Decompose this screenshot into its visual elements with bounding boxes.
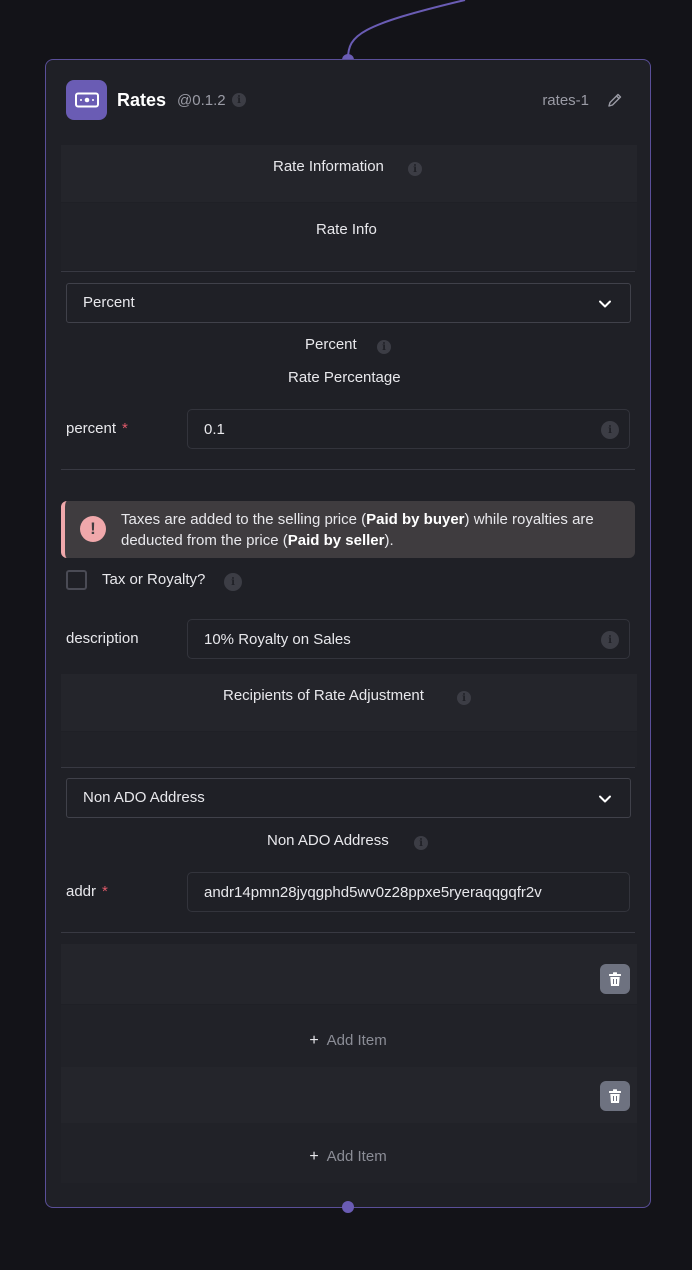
rate-item-footer (61, 1067, 637, 1123)
flow-canvas: Rates @0.1.2 i rates-1 Rate Information … (0, 0, 692, 1270)
add-recipient-button[interactable]: + Add Item (46, 1032, 650, 1050)
percent-info-icon[interactable]: i (377, 340, 391, 354)
description-label: description (66, 630, 139, 647)
divider (61, 767, 635, 768)
add-rate-button[interactable]: + Add Item (46, 1148, 650, 1166)
trash-icon (609, 971, 621, 986)
required-mark: * (102, 883, 108, 900)
alert-text: Taxes are added to the selling price (Pa… (121, 511, 594, 549)
rate-percentage-heading: Rate Percentage (288, 369, 401, 386)
rate-type-value: Percent (83, 294, 135, 311)
recipient-item-header (61, 732, 637, 767)
divider (61, 271, 635, 272)
non-ado-address-heading: Non ADO Address (267, 832, 389, 849)
rate-type-select[interactable]: Percent (66, 283, 631, 323)
addr-value: andr14pmn28jyqgphd5wv0z28ppxe5ryeraqqgqf… (204, 884, 542, 901)
rate-information-info-icon[interactable]: i (408, 162, 422, 176)
trash-icon (609, 1088, 621, 1103)
recipient-type-select[interactable]: Non ADO Address (66, 778, 631, 818)
tax-royalty-info-icon[interactable]: i (224, 573, 242, 591)
addr-label: addr * (66, 883, 108, 900)
percent-input[interactable]: 0.1 i (187, 409, 630, 449)
tax-or-royalty-checkbox[interactable] (66, 570, 87, 590)
node-id: rates-1 (542, 92, 589, 109)
output-handle[interactable] (342, 1201, 354, 1213)
plus-icon: + (309, 1032, 319, 1049)
plus-icon: + (309, 1148, 319, 1165)
divider (61, 469, 635, 470)
addr-input[interactable]: andr14pmn28jyqgphd5wv0z28ppxe5ryeraqqgqf… (187, 872, 630, 912)
chevron-down-icon (599, 795, 611, 803)
required-mark: * (122, 420, 128, 437)
delete-rate-button[interactable] (600, 1081, 630, 1111)
banknote-icon (66, 80, 107, 120)
node-version: @0.1.2 (177, 92, 226, 109)
percent-field-info-icon[interactable]: i (601, 421, 619, 439)
description-input[interactable]: 10% Royalty on Sales i (187, 619, 630, 659)
tax-or-royalty-label: Tax or Royalty? (102, 571, 206, 588)
percent-value: 0.1 (204, 421, 225, 438)
rates-node-card: Rates @0.1.2 i rates-1 Rate Information … (45, 59, 651, 1208)
description-info-icon[interactable]: i (601, 631, 619, 649)
description-value: 10% Royalty on Sales (204, 631, 351, 648)
tax-royalty-alert: ! Taxes are added to the selling price (… (61, 501, 635, 558)
divider (61, 932, 635, 933)
exclamation-icon: ! (80, 516, 106, 542)
chevron-down-icon (599, 300, 611, 308)
node-title: Rates (117, 90, 167, 110)
non-ado-info-icon[interactable]: i (414, 836, 428, 850)
recipients-title: Recipients of Rate Adjustment (223, 687, 424, 704)
delete-recipient-button[interactable] (600, 964, 630, 994)
rate-info-title: Rate Info (316, 221, 377, 238)
node-header: Rates @0.1.2 i rates-1 (46, 60, 650, 144)
recipients-info-icon[interactable]: i (457, 691, 471, 705)
recipient-item-footer (61, 944, 637, 1004)
pencil-icon[interactable] (607, 92, 623, 113)
percent-heading: Percent (305, 336, 357, 353)
rate-information-title: Rate Information (273, 158, 384, 175)
recipient-type-value: Non ADO Address (83, 789, 205, 806)
percent-label: percent * (66, 420, 128, 437)
version-info-icon[interactable]: i (232, 93, 246, 107)
